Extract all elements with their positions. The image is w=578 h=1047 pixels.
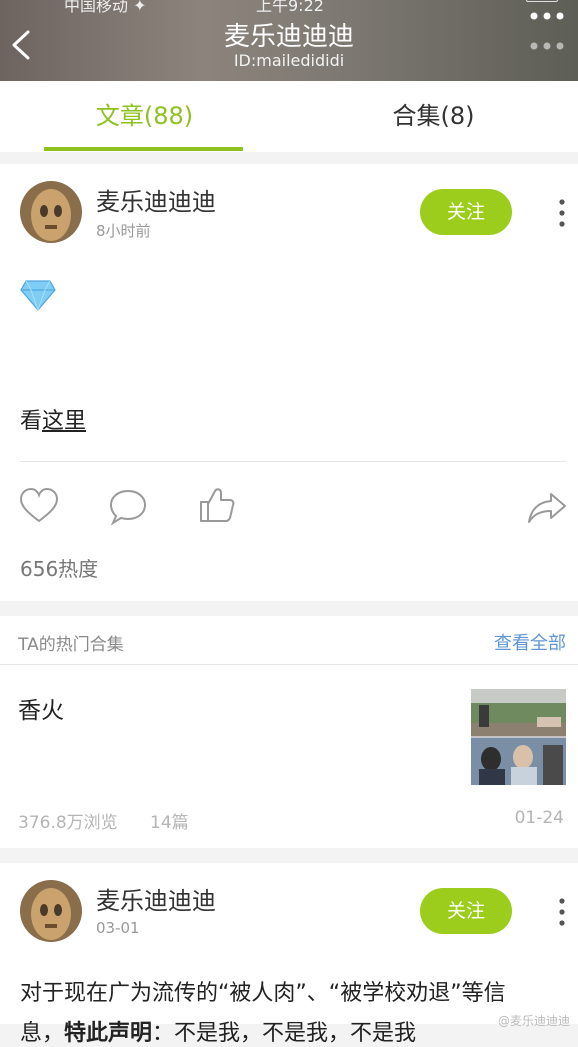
- page-title: 麦乐迪迪迪: [223, 22, 354, 52]
- tab-active-indicator: [44, 147, 243, 151]
- post-time: 8小时前: [96, 222, 151, 240]
- tab-articles[interactable]: 文章(88): [0, 81, 289, 152]
- avatar[interactable]: [20, 181, 82, 243]
- share-icon[interactable]: [527, 488, 567, 528]
- post-link[interactable]: 这里: [42, 409, 86, 434]
- post-text-prefix: 看: [20, 409, 43, 434]
- more-vertical-icon[interactable]: [558, 198, 566, 228]
- post-text: 看这里: [20, 403, 86, 435]
- post-card: 麦乐迪迪迪 03-01 关注 对于现在广为流传的“被人肉”、“被学校劝退”等信 …: [0, 863, 578, 1046]
- post-text-part: 息，: [20, 1021, 65, 1046]
- tab-bar: 文章(88) 合集(8): [0, 81, 578, 152]
- collection-name: 香火: [18, 698, 64, 724]
- comment-icon[interactable]: [108, 487, 148, 527]
- section-title: TA的热门合集: [18, 635, 124, 655]
- watermark: @麦乐迪迪迪: [497, 1014, 570, 1028]
- header-bar: 中国移动 ✦ 上午9:22 麦乐迪迪迪 ID:mailedididi: [0, 0, 578, 81]
- post-text: 对于现在广为流传的“被人肉”、“被学校劝退”等信: [20, 981, 506, 1006]
- follow-button[interactable]: 关注: [420, 189, 512, 235]
- status-bar: 中国移动 ✦ 上午9:22: [0, 0, 578, 15]
- page-subtitle: ID:mailedididi: [233, 51, 345, 70]
- battery-icon: [526, 0, 558, 2]
- post-text-part: ：不是我，不是我，不是我: [152, 1021, 417, 1046]
- collection-views: 376.8万浏览: [18, 813, 118, 833]
- divider: [20, 461, 566, 462]
- post-text-line2: 息，特此声明：不是我，不是我，不是我: [20, 1015, 416, 1047]
- heat-count: 656热度: [20, 557, 99, 581]
- more-dots-icon: [530, 42, 564, 50]
- post-text-bold: 特此声明: [64, 1021, 153, 1046]
- thumbs-up-icon[interactable]: [197, 485, 237, 525]
- tab-collections[interactable]: 合集(8): [289, 81, 578, 152]
- view-all-link[interactable]: 查看全部: [494, 629, 566, 655]
- hot-collections-header: TA的热门合集 查看全部: [0, 616, 578, 664]
- more-vertical-icon[interactable]: [558, 897, 566, 927]
- avatar[interactable]: [20, 880, 82, 942]
- post-time: 03-01: [96, 919, 140, 937]
- collection-item[interactable]: 香火 376.8万浏览 14篇 01-24: [0, 665, 578, 848]
- carrier-label: 中国移动 ✦: [64, 0, 147, 15]
- collection-thumbnail: [471, 689, 566, 785]
- collection-date: 01-24: [514, 808, 564, 828]
- author-name[interactable]: 麦乐迪迪迪: [96, 881, 216, 916]
- author-name[interactable]: 麦乐迪迪迪: [96, 182, 216, 217]
- collection-count: 14篇: [150, 813, 189, 833]
- post-card: 麦乐迪迪迪 8小时前 关注: [0, 164, 578, 601]
- heart-icon[interactable]: [19, 487, 59, 527]
- diamond-icon: [20, 280, 56, 311]
- more-dots-icon[interactable]: [528, 10, 566, 22]
- clock-label: 上午9:22: [256, 0, 324, 15]
- follow-button[interactable]: 关注: [420, 888, 512, 934]
